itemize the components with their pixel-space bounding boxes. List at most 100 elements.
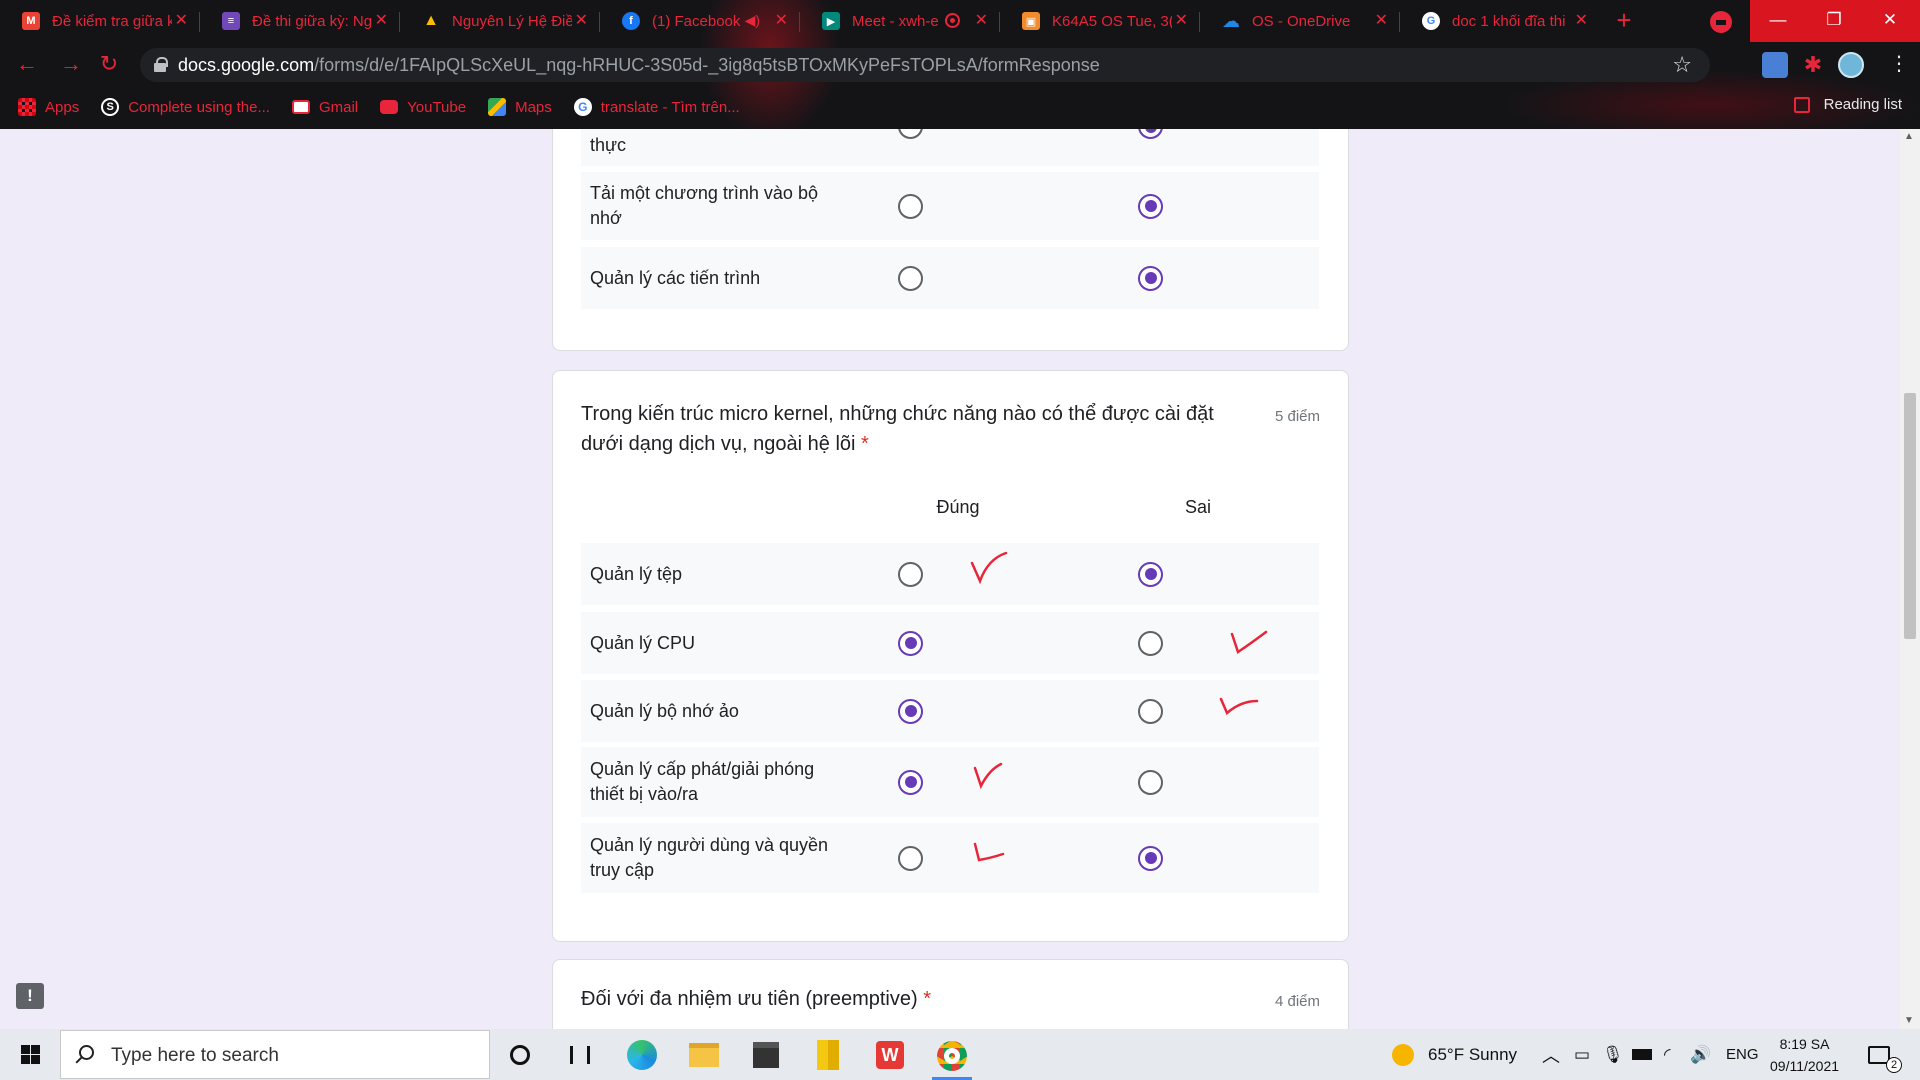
powerbi-icon[interactable]: [808, 1035, 848, 1075]
red-check-annotation: [970, 551, 1008, 585]
task-view-icon[interactable]: [560, 1035, 600, 1075]
puzzle-extension-icon[interactable]: ✱: [1800, 52, 1826, 78]
feedback-icon[interactable]: !: [16, 983, 44, 1009]
file-explorer-icon[interactable]: [684, 1035, 724, 1075]
radio-true[interactable]: [898, 129, 923, 139]
tab-drive[interactable]: ▲ Nguyên Lý Hệ Điề ✕: [400, 0, 600, 42]
bookmark-maps[interactable]: Maps: [488, 98, 552, 116]
wps-office-icon[interactable]: W: [870, 1035, 910, 1075]
bookmark-star-icon[interactable]: ☆: [1672, 52, 1692, 78]
bookmark-label: translate - Tìm trên...: [600, 98, 740, 116]
close-icon[interactable]: ✕: [1375, 10, 1388, 30]
speaker-icon[interactable]: ◀): [745, 12, 760, 29]
address-bar[interactable]: docs.google.com/forms/d/e/1FAIpQLScXeUL_…: [140, 48, 1710, 82]
windows-start-icon[interactable]: [0, 1029, 60, 1080]
restore-icon[interactable]: ❐: [1806, 0, 1862, 42]
classroom-icon: ▣: [1022, 12, 1040, 30]
bookmark-label: Gmail: [318, 98, 359, 116]
bookmark-complete[interactable]: S Complete using the...: [101, 98, 270, 116]
volume-icon[interactable]: 🔊: [1690, 1029, 1711, 1080]
battery-icon[interactable]: [1632, 1029, 1652, 1080]
new-tab-button[interactable]: +: [1608, 5, 1640, 37]
scroll-down-icon[interactable]: ▼: [1904, 1015, 1914, 1026]
reading-list-button[interactable]: Reading list: [1793, 96, 1902, 113]
microphone-icon[interactable]: 🎙: [1602, 1029, 1624, 1080]
radio-true[interactable]: [898, 769, 923, 795]
tab-meet[interactable]: ▶ Meet - xwh-e ✕: [800, 0, 1000, 42]
window-controls: — ❐ ✕: [1750, 0, 1920, 42]
red-check-annotation: [1230, 630, 1268, 654]
close-icon[interactable]: ✕: [775, 10, 788, 30]
question-title: Đối với đa nhiệm ưu tiên (preemptive) *: [581, 984, 1241, 1014]
show-hidden-icons[interactable]: ︿: [1542, 1029, 1560, 1080]
radio-true[interactable]: [898, 265, 923, 291]
radio-true[interactable]: [898, 845, 923, 871]
bookmark-gmail[interactable]: Gmail: [291, 98, 359, 116]
gmail-icon: M: [22, 12, 40, 30]
windows-taskbar: Type here to search W 65°F Sunny ︿ ▭ 🎙 ◜…: [0, 1029, 1920, 1080]
close-icon[interactable]: ✕: [1575, 10, 1588, 30]
wifi-icon[interactable]: ◜: [1664, 1029, 1671, 1080]
chrome-icon[interactable]: [932, 1035, 972, 1080]
bookmark-label: Maps: [515, 98, 552, 116]
back-icon[interactable]: ←: [12, 50, 42, 80]
radio-true[interactable]: [898, 630, 923, 656]
tab-facebook[interactable]: f (1) Facebook ◀) ✕: [600, 0, 800, 42]
profile-avatar[interactable]: [1838, 52, 1864, 78]
radio-false[interactable]: [1138, 265, 1163, 291]
tab-label: doc 1 khối đĩa thi: [1452, 12, 1566, 30]
tab-gmail[interactable]: M Đề kiểm tra giữa k ✕: [0, 0, 200, 42]
meet-now-icon[interactable]: ▭: [1574, 1029, 1590, 1080]
radio-true[interactable]: [898, 561, 923, 587]
bookmark-youtube[interactable]: YouTube: [380, 99, 466, 116]
close-icon[interactable]: ✕: [975, 10, 988, 30]
row-label: Quản lý người dùng và quyền truy cập: [590, 835, 829, 880]
translate-extension-icon[interactable]: [1762, 52, 1788, 78]
language-indicator[interactable]: ENG: [1726, 1029, 1759, 1080]
page-scrollbar[interactable]: ▲ ▼: [1900, 129, 1920, 1029]
close-icon[interactable]: ✕: [375, 10, 388, 30]
grid-row: Quản lý cấp phát/giải phóng thiết bị vào…: [581, 747, 1319, 817]
weather-widget[interactable]: 65°F Sunny: [1392, 1029, 1517, 1080]
taskbar-search[interactable]: Type here to search: [60, 1030, 490, 1079]
forms-icon: ≡: [222, 12, 240, 30]
red-check-annotation: [1219, 697, 1259, 716]
minimize-icon[interactable]: —: [1750, 0, 1806, 42]
tab-google-search[interactable]: G doc 1 khối đĩa thi ✕: [1400, 0, 1600, 42]
close-icon[interactable]: ✕: [175, 10, 188, 30]
scrollbar-thumb[interactable]: [1904, 393, 1916, 639]
browser-chrome: M Đề kiểm tra giữa k ✕ ≡ Đề thi giữa kỳ:…: [0, 0, 1920, 129]
reload-icon[interactable]: ↻: [94, 50, 124, 80]
radio-false[interactable]: [1138, 769, 1163, 795]
scroll-up-icon[interactable]: ▲: [1904, 131, 1914, 142]
url-text[interactable]: docs.google.com/forms/d/e/1FAIpQLScXeUL_…: [178, 55, 1100, 76]
bookmark-translate[interactable]: G translate - Tìm trên...: [573, 98, 740, 116]
radio-false[interactable]: [1138, 561, 1163, 587]
tab-onedrive[interactable]: ☁ OS - OneDrive ✕: [1200, 0, 1400, 42]
notification-center-icon[interactable]: 2: [1868, 1029, 1902, 1080]
close-icon[interactable]: ✕: [575, 10, 588, 30]
clock[interactable]: 8:19 SA 09/11/2021: [1770, 1029, 1839, 1080]
radio-false[interactable]: [1138, 845, 1163, 871]
radio-false[interactable]: [1138, 698, 1163, 724]
radio-false[interactable]: [1138, 193, 1163, 219]
lock-icon[interactable]: [154, 57, 168, 72]
menu-icon[interactable]: ⋮: [1886, 52, 1912, 78]
radio-true[interactable]: [898, 698, 923, 724]
tab-forms[interactable]: ≡ Đề thi giữa kỳ: Ng ✕: [200, 0, 400, 42]
radio-false[interactable]: [1138, 129, 1163, 139]
weather-text: 65°F Sunny: [1428, 1044, 1518, 1064]
close-icon[interactable]: ✕: [1175, 10, 1188, 30]
row-label: Quản lý các tiến trình: [590, 267, 761, 288]
radio-true[interactable]: [898, 193, 923, 219]
edge-icon[interactable]: [622, 1035, 662, 1075]
store-icon[interactable]: [746, 1035, 786, 1075]
forward-icon[interactable]: →: [56, 50, 86, 80]
tab-search-icon[interactable]: [1710, 11, 1732, 33]
bookmark-apps[interactable]: Apps: [18, 98, 79, 116]
tab-classroom[interactable]: ▣ K64A5 OS Tue, 3( ✕: [1000, 0, 1200, 42]
cortana-icon[interactable]: [500, 1035, 540, 1075]
question-text: Trong kiến trúc micro kernel, những chức…: [581, 403, 1214, 455]
close-window-icon[interactable]: ✕: [1862, 0, 1918, 42]
radio-false[interactable]: [1138, 630, 1163, 656]
